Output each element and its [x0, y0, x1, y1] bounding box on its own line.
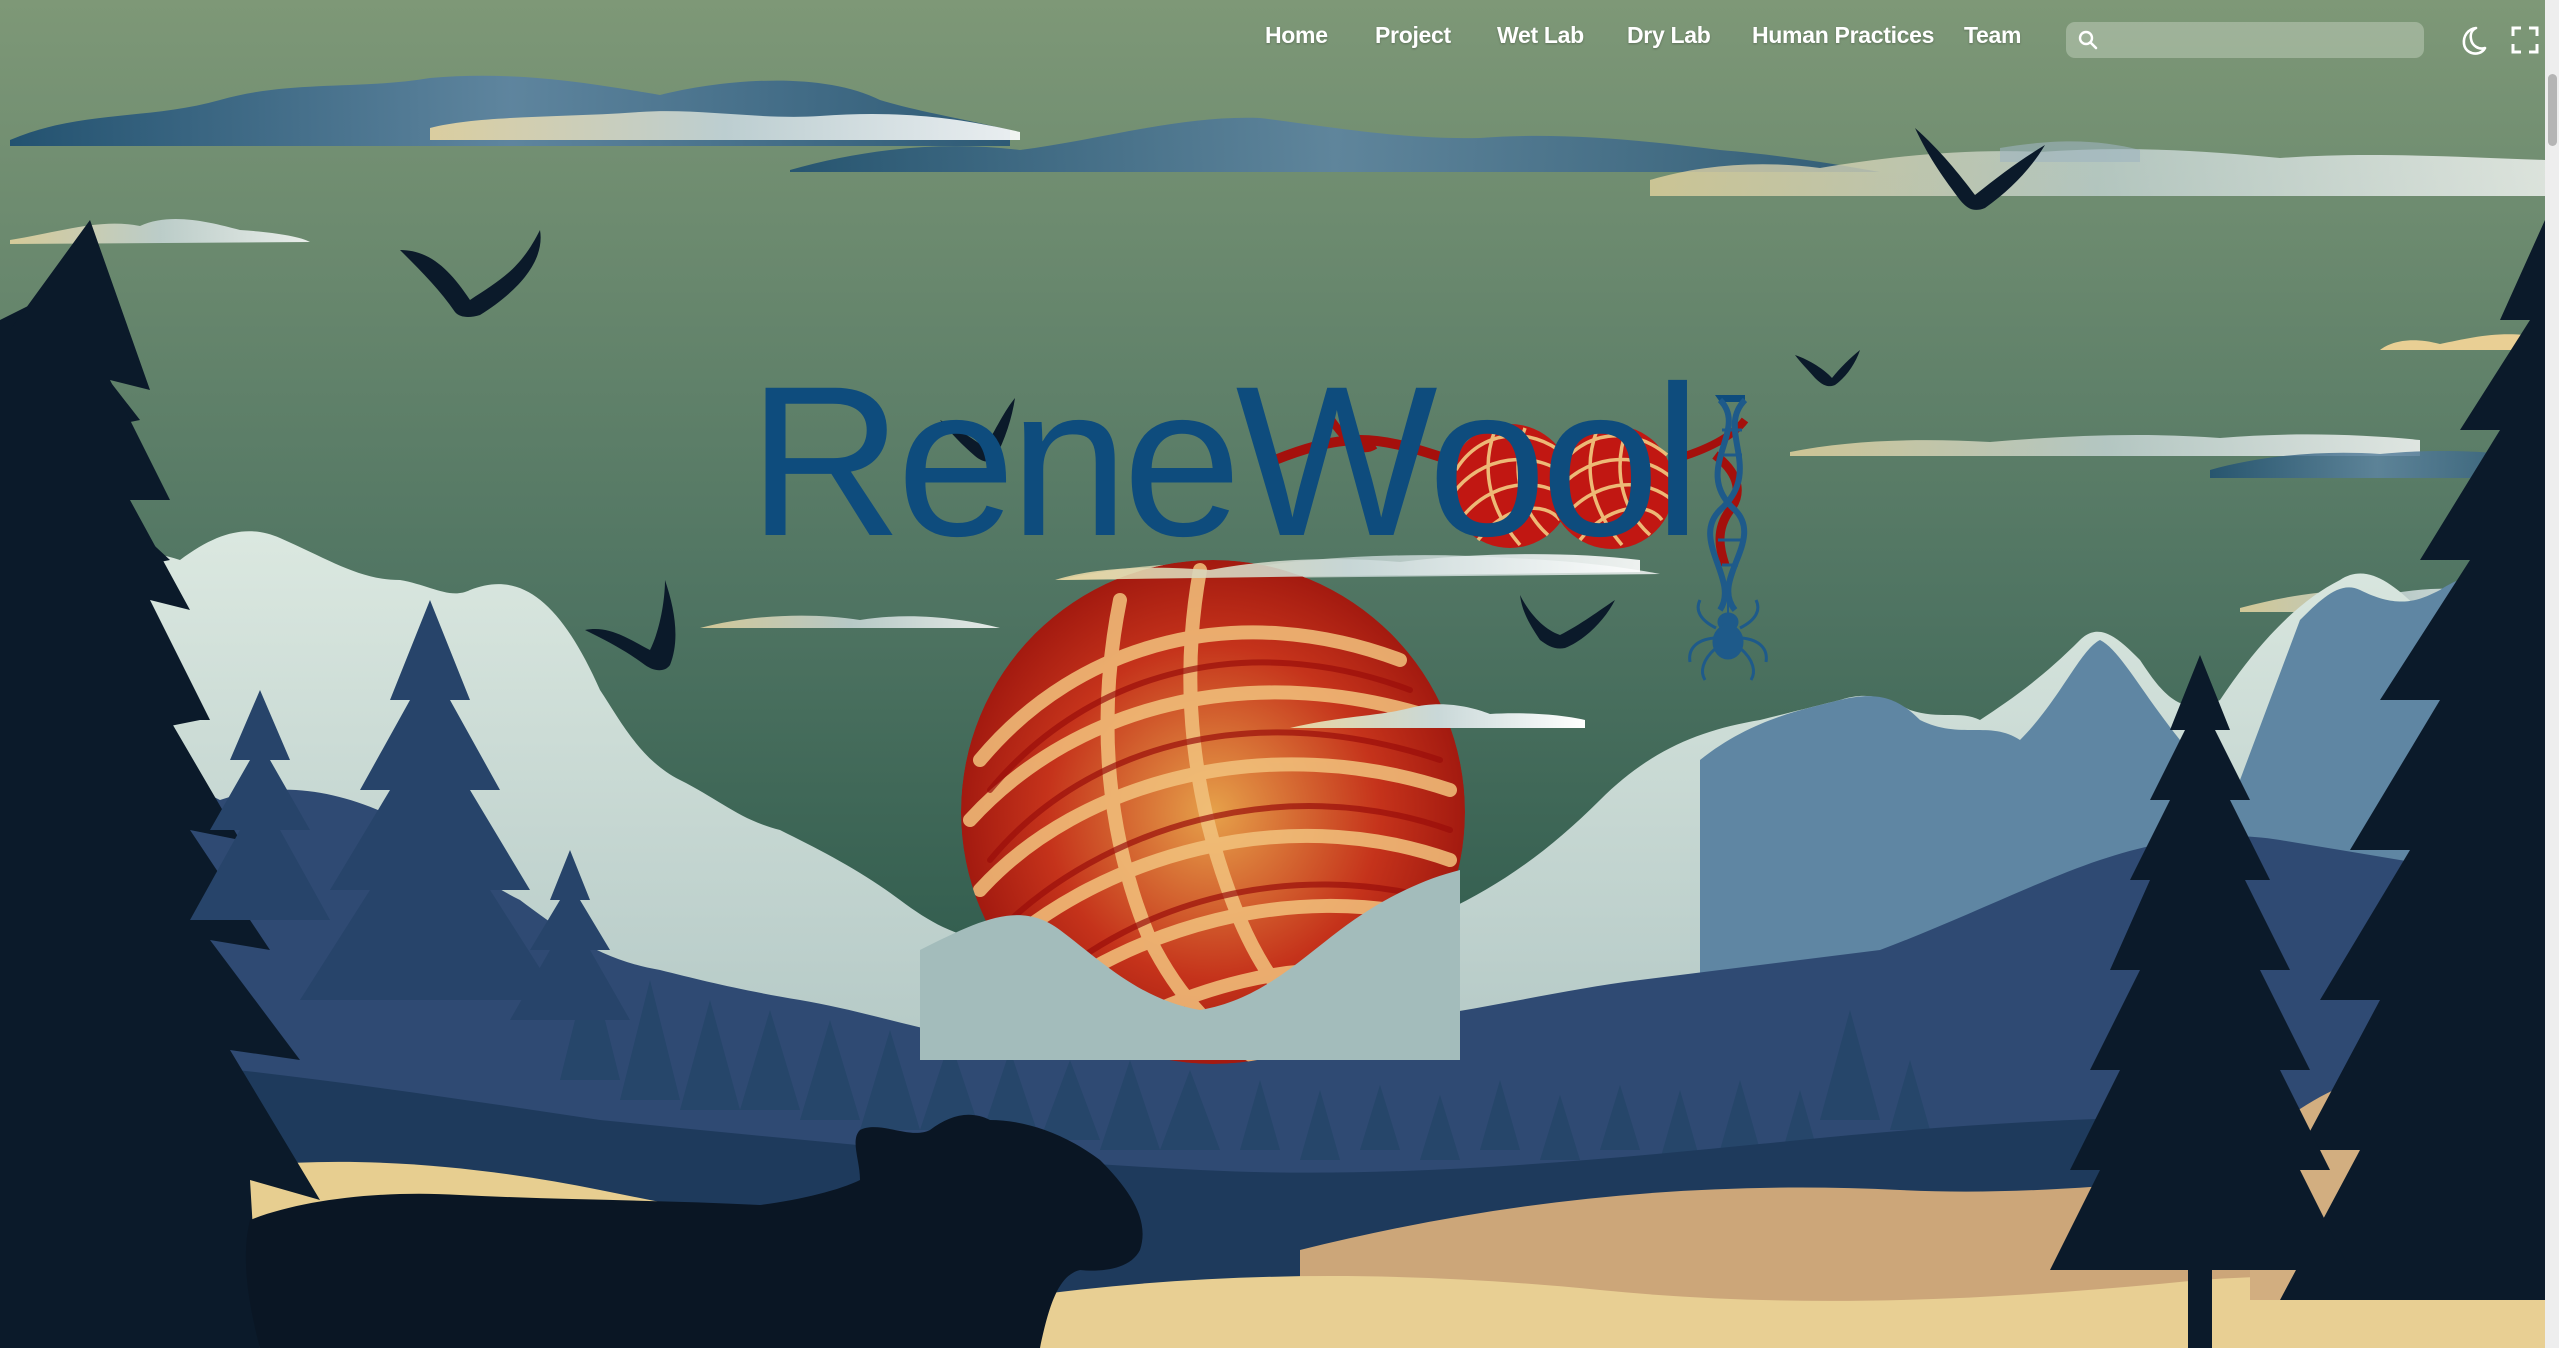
- top-navigation: Home Project Wet Lab Dry Lab Human Pract…: [0, 0, 2559, 78]
- fullscreen-icon: [2511, 26, 2539, 54]
- nav-team[interactable]: Team: [1964, 22, 2021, 49]
- site-logo-title: ReneWool: [748, 342, 1701, 581]
- vertical-scrollbar[interactable]: [2545, 0, 2559, 1348]
- search-bar[interactable]: [2066, 22, 2424, 58]
- theme-toggle-button[interactable]: [2452, 20, 2492, 60]
- hero-illustration: [0, 0, 2559, 1348]
- nav-wet-lab[interactable]: Wet Lab: [1497, 22, 1584, 49]
- nav-project[interactable]: Project: [1375, 22, 1451, 49]
- nav-human-practices[interactable]: Human Practices: [1752, 22, 1934, 49]
- home-hero-page: ReneWool Home Project Wet Lab Dry Lab Hu…: [0, 0, 2559, 1348]
- moon-icon: [2462, 26, 2487, 55]
- search-input[interactable]: [2106, 26, 2410, 56]
- nav-dry-lab[interactable]: Dry Lab: [1627, 22, 1711, 49]
- fullscreen-button[interactable]: [2505, 20, 2545, 60]
- scrollbar-thumb[interactable]: [2548, 74, 2557, 146]
- search-icon: [2078, 30, 2098, 50]
- nav-home[interactable]: Home: [1265, 22, 1328, 49]
